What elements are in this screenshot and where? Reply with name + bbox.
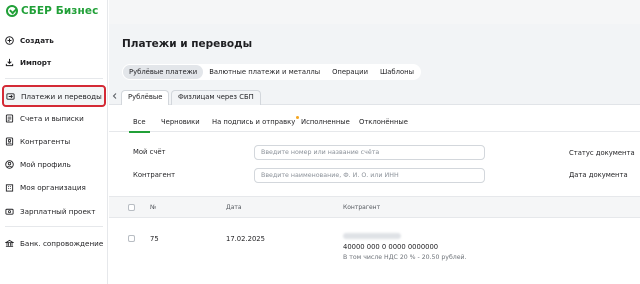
payments-icon bbox=[6, 92, 15, 100]
page-title: Платежи и переводы bbox=[122, 38, 253, 50]
create-label: Создать bbox=[20, 35, 54, 45]
import-button[interactable]: Импорт bbox=[5, 55, 103, 69]
sidebar-item-label: Зарплатный проект bbox=[20, 206, 96, 216]
segment-operations[interactable]: Операции bbox=[326, 65, 374, 79]
contractors-icon bbox=[5, 136, 14, 146]
import-icon bbox=[5, 58, 14, 66]
sidebar-item-label: Мой профиль bbox=[20, 159, 71, 169]
sidebar-item-bank-support[interactable]: Банк. сопровождение bbox=[5, 236, 103, 250]
account-filter-label: Мой счёт bbox=[133, 148, 166, 156]
tab-rubles[interactable]: Рублёвые bbox=[121, 90, 170, 105]
profile-icon bbox=[5, 159, 14, 169]
sber-logo-icon bbox=[6, 5, 18, 17]
segment-templates[interactable]: Шаблоны bbox=[374, 65, 420, 79]
column-number: № bbox=[150, 204, 157, 211]
account-filter-input[interactable]: Введите номер или название счёта bbox=[254, 145, 485, 160]
table-row[interactable]: 75 17.02.2025 40000 000 0 0000 0000000 В… bbox=[109, 218, 640, 284]
sidebar-item-label: Моя организация bbox=[20, 182, 86, 192]
tab-executed[interactable]: Исполненные bbox=[301, 112, 350, 132]
notification-dot bbox=[296, 116, 300, 119]
sidebar-item-label: Банк. сопровождение bbox=[20, 238, 104, 248]
segment-ruble-payments[interactable]: Рублёвые платежи bbox=[123, 65, 204, 79]
sidebar-item-label: Счета и выписки bbox=[20, 113, 84, 123]
date-filter-label: Дата документа bbox=[569, 171, 628, 179]
sidebar-item-label: Контрагенты bbox=[20, 136, 71, 146]
sidebar-divider bbox=[5, 226, 103, 227]
contractor-filter-label: Контрагент bbox=[133, 171, 176, 179]
plus-circle-icon bbox=[5, 35, 14, 45]
segment-currency-payments[interactable]: Валютные платежи и металлы bbox=[203, 65, 326, 79]
main-content: Платежи и переводы Рублёвые платежи Валю… bbox=[109, 0, 640, 284]
brand-logo[interactable]: СБЕР Бизнес bbox=[6, 4, 98, 18]
select-all-checkbox[interactable] bbox=[128, 204, 135, 211]
column-date: Дата bbox=[226, 204, 242, 211]
sidebar-item-label: Платежи и переводы bbox=[21, 91, 102, 101]
organization-icon bbox=[5, 183, 14, 192]
sidebar-item-contractors[interactable]: Контрагенты bbox=[5, 134, 103, 148]
table-header: № Дата Контрагент bbox=[109, 196, 640, 218]
row-checkbox[interactable] bbox=[128, 235, 135, 242]
tab-all[interactable]: Все bbox=[129, 112, 150, 133]
status-tabs: Все Черновики На подпись и отправку Испо… bbox=[109, 112, 640, 133]
brand-name: СБЕР Бизнес bbox=[21, 5, 99, 17]
tab-rejected[interactable]: Отклонённые bbox=[359, 112, 408, 132]
tab-to-sign-label: На подпись и отправку bbox=[212, 118, 296, 126]
page-header: Платежи и переводы Рублёвые платежи Валю… bbox=[109, 24, 640, 88]
tab-to-sign[interactable]: На подпись и отправку bbox=[212, 112, 300, 132]
salary-icon bbox=[5, 208, 14, 215]
accounts-icon bbox=[5, 113, 14, 123]
sidebar-item-profile[interactable]: Мой профиль bbox=[5, 157, 103, 171]
row-account-number: 40000 000 0 0000 0000000 bbox=[343, 243, 439, 251]
status-filter-label: Статус документа bbox=[569, 149, 635, 157]
sidebar-item-salary[interactable]: Зарплатный проект bbox=[5, 204, 103, 218]
row-vat-note: В том числе НДС 20 % - 20.50 рублей. bbox=[343, 254, 467, 261]
sidebar-item-payments[interactable]: Платежи и переводы bbox=[2, 85, 106, 107]
column-contractor: Контрагент bbox=[343, 204, 381, 211]
sidebar-item-accounts[interactable]: Счета и выписки bbox=[5, 111, 103, 125]
sidebar-divider bbox=[5, 78, 103, 79]
row-date: 17.02.2025 bbox=[226, 235, 265, 243]
sidebar: СБЕР Бизнес Создать Импорт Платежи и пер… bbox=[0, 0, 108, 284]
payment-type-switcher: Рублёвые платежи Валютные платежи и мета… bbox=[122, 64, 421, 80]
row-number: 75 bbox=[150, 235, 159, 243]
import-label: Импорт bbox=[20, 57, 52, 67]
chevron-left-icon[interactable] bbox=[112, 93, 118, 99]
tab-sbp-individuals[interactable]: Физлицам через СБП bbox=[171, 90, 261, 105]
bank-support-icon bbox=[5, 239, 14, 247]
sidebar-item-organization[interactable]: Моя организация bbox=[5, 180, 103, 194]
tab-drafts[interactable]: Черновики bbox=[161, 112, 200, 132]
subtab-bar: Рублёвые Физлицам через СБП bbox=[109, 88, 640, 105]
contractor-filter-input[interactable]: Введите наименование, Ф. И. О. или ИНН bbox=[254, 168, 485, 183]
create-button[interactable]: Создать bbox=[5, 33, 103, 47]
top-bar bbox=[109, 0, 640, 24]
redacted-contractor-name bbox=[343, 233, 401, 239]
